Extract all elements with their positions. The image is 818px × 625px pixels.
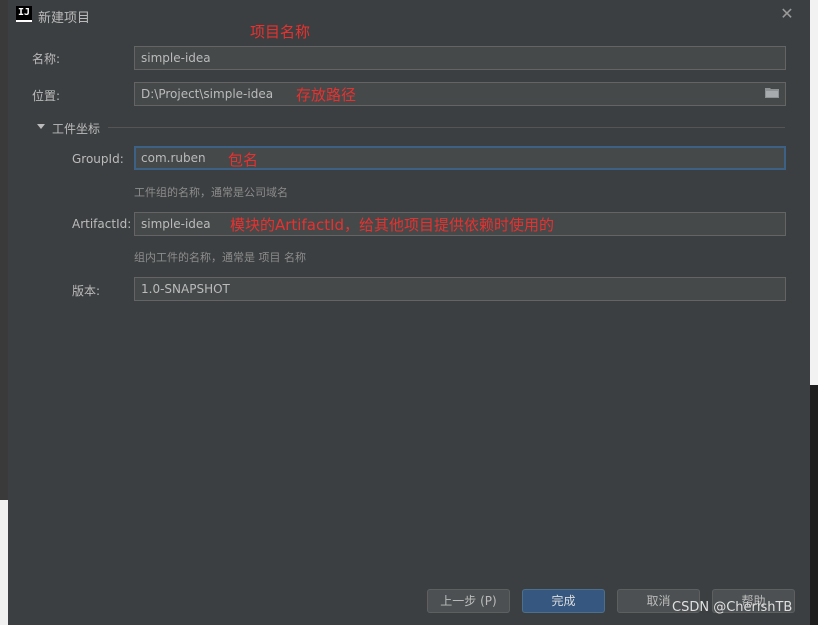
- intellij-icon: IJ: [16, 6, 32, 22]
- location-label: 位置:: [32, 89, 61, 103]
- window-title: 新建项目: [38, 11, 91, 26]
- name-field[interactable]: simple-idea: [134, 46, 786, 70]
- annotation-package-name: 包名: [228, 151, 259, 169]
- section-title[interactable]: 工件坐标: [52, 120, 100, 137]
- folder-icon[interactable]: [765, 87, 779, 98]
- annotation-project-name: 项目名称: [250, 23, 311, 41]
- artifactid-hint: 组内工件的名称，通常是 项目 名称: [134, 251, 306, 264]
- title-bar: IJ 新建项目 ✕: [8, 0, 810, 30]
- version-field[interactable]: 1.0-SNAPSHOT: [134, 277, 786, 301]
- version-label: 版本:: [72, 284, 101, 298]
- background-right-light: [810, 0, 818, 385]
- name-label: 名称:: [32, 52, 61, 66]
- annotation-storage-path: 存放路径: [296, 86, 357, 104]
- close-icon[interactable]: ✕: [778, 4, 796, 24]
- previous-button[interactable]: 上一步 (P): [427, 589, 510, 613]
- artifactid-label: ArtifactId:: [72, 217, 132, 231]
- groupid-label: GroupId:: [72, 152, 124, 166]
- chevron-down-icon[interactable]: [36, 121, 46, 131]
- background-left-dark: [0, 0, 8, 500]
- watermark: CSDN @CherishTB: [672, 600, 793, 615]
- background-right-dark: [810, 385, 818, 625]
- section-divider: [108, 127, 785, 128]
- location-field[interactable]: D:\Project\simple-idea: [134, 82, 786, 106]
- new-project-dialog: IJ 新建项目 ✕ 项目名称 名称: simple-idea 位置: D:\Pr…: [8, 0, 810, 625]
- finish-button[interactable]: 完成: [522, 589, 605, 613]
- groupid-hint: 工件组的名称，通常是公司域名: [134, 186, 288, 199]
- location-value: D:\Project\simple-idea: [141, 87, 274, 101]
- annotation-artifact-note: 模块的ArtifactId，给其他项目提供依赖时使用的: [230, 216, 555, 234]
